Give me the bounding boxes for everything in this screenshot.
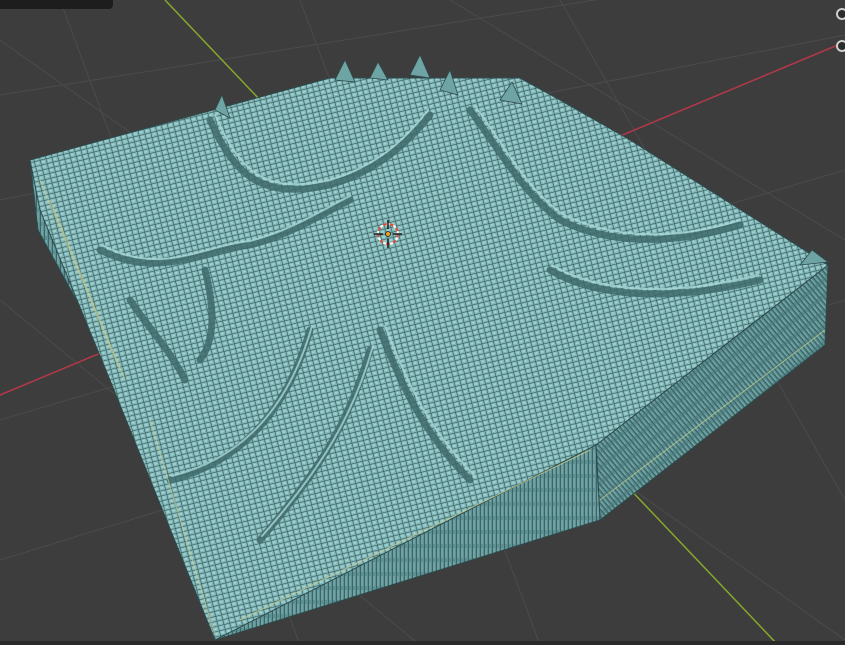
viewport-canvas[interactable] <box>0 0 845 645</box>
gizmo-axis-dot[interactable] <box>836 40 845 52</box>
3d-viewport[interactable] <box>0 0 845 645</box>
gizmo-axis-dot[interactable] <box>836 8 845 20</box>
navigation-gizmo-icon[interactable] <box>836 6 845 52</box>
bottom-edge <box>0 641 845 645</box>
terrain-mesh[interactable] <box>29 54 830 641</box>
header-tab-stub <box>0 0 113 9</box>
origin-point-icon <box>385 231 391 237</box>
